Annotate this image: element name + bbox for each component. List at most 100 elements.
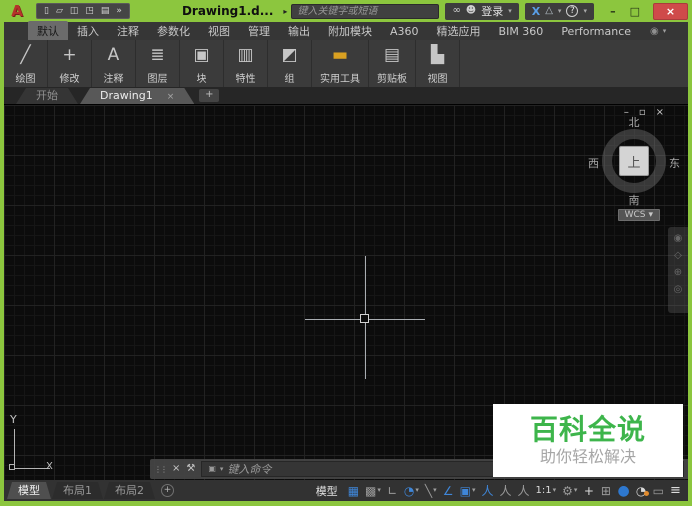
autoscale-icon[interactable]: 人 bbox=[498, 485, 514, 497]
object-snap-icon[interactable]: ▣▾ bbox=[458, 485, 478, 497]
ribbon-tab[interactable]: Performance bbox=[552, 23, 640, 40]
navigation-wheel-icon[interactable]: ◉ bbox=[674, 234, 683, 244]
workspace-switch-icon[interactable]: ⊞ bbox=[598, 485, 613, 497]
pan-icon[interactable]: ◇ bbox=[674, 251, 682, 261]
search-binoculars-icon[interactable]: ∞ bbox=[452, 6, 460, 16]
ucs-y-axis bbox=[14, 429, 15, 469]
osnap-tracking-icon[interactable]: ∠ bbox=[441, 485, 456, 497]
panel-view[interactable]: ▙ 视图 bbox=[416, 40, 460, 87]
recent-commands-icon[interactable]: ▣ bbox=[208, 465, 216, 473]
help-icon[interactable]: ? bbox=[566, 5, 578, 17]
status-glyph: ▦ bbox=[348, 485, 359, 497]
sign-in-caret-icon[interactable]: ▾ bbox=[508, 8, 512, 15]
viewcube-top-face[interactable]: 上 bbox=[619, 146, 649, 176]
customize-wrench-icon[interactable]: ⚒ bbox=[186, 464, 195, 474]
model-space-button[interactable]: 模型 bbox=[316, 483, 338, 499]
new-layout-button[interactable]: + bbox=[161, 484, 174, 497]
ribbon-tab[interactable]: 视图 bbox=[199, 21, 239, 41]
panel-properties[interactable]: ▥ 特性 bbox=[224, 40, 268, 87]
sign-in-button[interactable]: 登录 bbox=[481, 6, 503, 17]
grid-display-icon[interactable]: ▦ bbox=[346, 485, 361, 497]
viewcube-south-label[interactable]: 南 bbox=[588, 192, 680, 208]
ribbon-tab[interactable]: 默认 bbox=[28, 21, 68, 41]
ribbon-tab[interactable]: 参数化 bbox=[148, 21, 199, 41]
ribbon-tab[interactable]: BIM 360 bbox=[490, 23, 553, 40]
ribbon-tabs: 默认插入注释参数化视图管理输出附加模块A360精选应用BIM 360Perfor… bbox=[28, 21, 640, 41]
more-tools-icon[interactable]: » bbox=[116, 7, 122, 16]
annotation-visibility-icon[interactable]: 人 bbox=[480, 485, 496, 497]
status-glyph: ▭ bbox=[653, 485, 664, 497]
customization-menu-icon[interactable]: ≡ bbox=[668, 484, 683, 497]
recent-commands-caret-icon[interactable]: ▾ bbox=[220, 466, 224, 473]
annotation-scale-person-icon[interactable]: 人 bbox=[516, 485, 532, 497]
panel-modify[interactable]: + 修改 bbox=[48, 40, 92, 87]
save-icon[interactable]: ◫ bbox=[70, 7, 79, 16]
panel-groups[interactable]: ◩ 组 bbox=[268, 40, 312, 87]
search-expand-icon[interactable]: ▸ bbox=[283, 7, 287, 16]
status-glyph: 人 bbox=[518, 485, 530, 497]
viewcube[interactable]: 北 南 西 东 上 bbox=[588, 115, 680, 207]
panel-layers[interactable]: ≣ 图层 bbox=[136, 40, 180, 87]
viewcube-north-label[interactable]: 北 bbox=[588, 114, 680, 130]
help-caret-icon[interactable]: ▾ bbox=[583, 8, 587, 15]
layout-tab-layout2[interactable]: 布局2 bbox=[104, 482, 155, 499]
a360-connect-icon[interactable]: △ bbox=[545, 6, 553, 16]
layout-tab-model[interactable]: 模型 bbox=[7, 482, 51, 499]
panel-annotation[interactable]: A 注释 bbox=[92, 40, 136, 87]
hardware-acceleration-icon[interactable]: ● bbox=[615, 484, 631, 498]
viewcube-west-label[interactable]: 西 bbox=[588, 155, 599, 171]
file-tab-start[interactable]: 开始 bbox=[16, 88, 78, 104]
viewcube-east-label[interactable]: 东 bbox=[669, 155, 680, 171]
performance-recorder-icon[interactable]: ◉ bbox=[650, 26, 659, 37]
snap-mode-icon[interactable]: ▩▾ bbox=[363, 485, 383, 497]
drawing-canvas[interactable]: –▫× 北 南 西 东 上 WCS ▾ ◉◇⊕◎ Y X bbox=[4, 104, 688, 480]
search-input[interactable] bbox=[292, 5, 438, 18]
ribbon-tab[interactable]: A360 bbox=[381, 23, 428, 40]
ribbon-tab[interactable]: 精选应用 bbox=[428, 21, 490, 41]
minimize-button[interactable]: – bbox=[610, 6, 616, 17]
orbit-icon[interactable]: ◎ bbox=[674, 285, 683, 295]
ribbon-tab[interactable]: 注释 bbox=[108, 21, 148, 41]
exchange-apps-icon[interactable]: X bbox=[532, 6, 540, 17]
autocad-logo-icon[interactable]: A bbox=[4, 2, 30, 20]
new-file-icon[interactable]: ▯ bbox=[44, 7, 49, 16]
plot-icon[interactable]: ▤ bbox=[101, 7, 110, 16]
status-glyph: ╲ bbox=[425, 485, 432, 497]
ribbon-tab[interactable]: 插入 bbox=[68, 21, 108, 41]
panel-clipboard[interactable]: ▤ 剪贴板 bbox=[369, 40, 416, 87]
status-text: 1:1 bbox=[536, 486, 552, 496]
panel-label: 修改 bbox=[60, 68, 80, 85]
wcs-dropdown[interactable]: WCS ▾ bbox=[618, 209, 660, 221]
close-button[interactable]: × bbox=[653, 3, 688, 20]
layout-tab-layout1[interactable]: 布局1 bbox=[52, 482, 103, 499]
ribbon-tab[interactable]: 附加模块 bbox=[319, 21, 381, 41]
annotation-scale-value[interactable]: 1:1▾ bbox=[534, 486, 559, 496]
new-drawing-tab-button[interactable]: + bbox=[199, 89, 219, 102]
panel-block[interactable]: ▣ 块 bbox=[180, 40, 224, 87]
maximize-button[interactable]: □ bbox=[630, 6, 640, 17]
workspace-gear-icon[interactable]: ⚙▾ bbox=[560, 485, 579, 497]
quick-access-toolbar: ▯ ▱ ◫ ◳ ▤ » bbox=[36, 3, 130, 19]
performance-recorder-caret-icon[interactable]: ▾ bbox=[663, 27, 667, 35]
panel-draw[interactable]: ╱ 绘图 bbox=[4, 40, 48, 87]
clean-screen-icon[interactable]: ▭ bbox=[651, 485, 666, 497]
close-command-line-icon[interactable]: × bbox=[172, 464, 180, 474]
file-tab-drawing1[interactable]: Drawing1× bbox=[80, 88, 194, 104]
ortho-mode-icon[interactable]: ∟ bbox=[385, 485, 400, 497]
isolate-objects-icon[interactable]: ◔ bbox=[634, 485, 649, 497]
title-bar: A ▯▱◫◳▤» Drawing1.d... ▸ ∞ ☻ 登录 ▾ X △ ▾ … bbox=[4, 0, 688, 22]
panel-utilities[interactable]: ▬ 实用工具 bbox=[312, 40, 369, 87]
polar-tracking-icon[interactable]: ◔▾ bbox=[402, 485, 421, 497]
ribbon-tab[interactable]: 管理 bbox=[239, 21, 279, 41]
export-icon[interactable]: ◳ bbox=[85, 7, 94, 16]
open-file-icon[interactable]: ▱ bbox=[56, 7, 63, 16]
annotation-monitor-icon[interactable]: + bbox=[581, 485, 596, 497]
drag-grip-icon[interactable]: ⋮⋮ bbox=[154, 465, 166, 474]
isometric-drafting-icon[interactable]: ╲▾ bbox=[423, 485, 439, 497]
ribbon-tab[interactable]: 输出 bbox=[279, 21, 319, 41]
panel-icon: ▬ bbox=[332, 42, 348, 68]
connect-caret-icon[interactable]: ▾ bbox=[558, 8, 562, 15]
close-tab-icon[interactable]: × bbox=[167, 92, 175, 102]
status-glyph: ▩ bbox=[365, 485, 376, 497]
zoom-icon[interactable]: ⊕ bbox=[674, 268, 682, 278]
